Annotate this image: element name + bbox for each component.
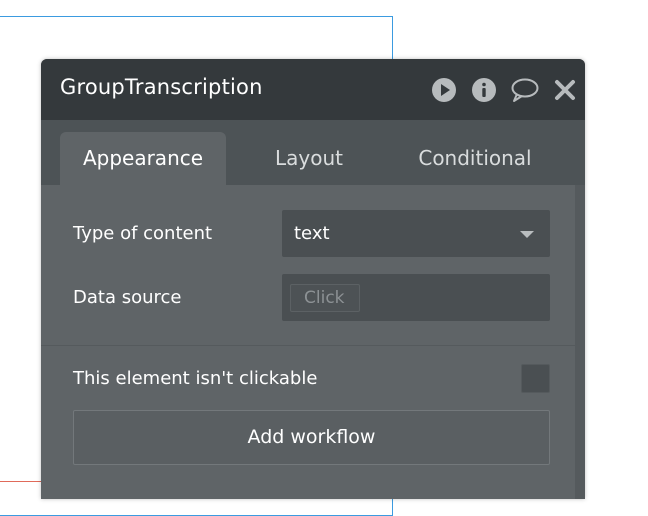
type-of-content-value: text bbox=[294, 223, 330, 244]
play-icon[interactable] bbox=[431, 77, 457, 103]
type-of-content-dropdown[interactable]: text bbox=[282, 210, 550, 257]
close-icon[interactable] bbox=[552, 77, 578, 103]
clickable-label: This element isn't clickable bbox=[73, 368, 318, 389]
info-icon[interactable] bbox=[471, 77, 497, 103]
property-editor-panel: GroupTranscription Appearance Layout Con… bbox=[41, 59, 585, 499]
chevron-down-icon bbox=[520, 231, 534, 238]
section-divider bbox=[41, 345, 575, 346]
add-workflow-button[interactable]: Add workflow bbox=[73, 410, 550, 465]
tab-conditional[interactable]: Conditional bbox=[396, 132, 554, 185]
not-clickable-checkbox[interactable] bbox=[521, 364, 550, 393]
data-source-label: Data source bbox=[73, 287, 182, 308]
panel-scrollbar[interactable] bbox=[575, 185, 585, 499]
comment-icon[interactable] bbox=[510, 77, 540, 103]
panel-header: GroupTranscription bbox=[41, 59, 585, 120]
tab-appearance[interactable]: Appearance bbox=[60, 132, 226, 185]
panel-title: GroupTranscription bbox=[60, 75, 263, 99]
tab-bar: Appearance Layout Conditional bbox=[41, 120, 585, 185]
data-source-click-placeholder[interactable]: Click bbox=[290, 284, 360, 312]
data-source-field[interactable]: Click bbox=[282, 274, 550, 321]
tab-layout[interactable]: Layout bbox=[231, 132, 387, 185]
type-of-content-label: Type of content bbox=[73, 223, 213, 244]
